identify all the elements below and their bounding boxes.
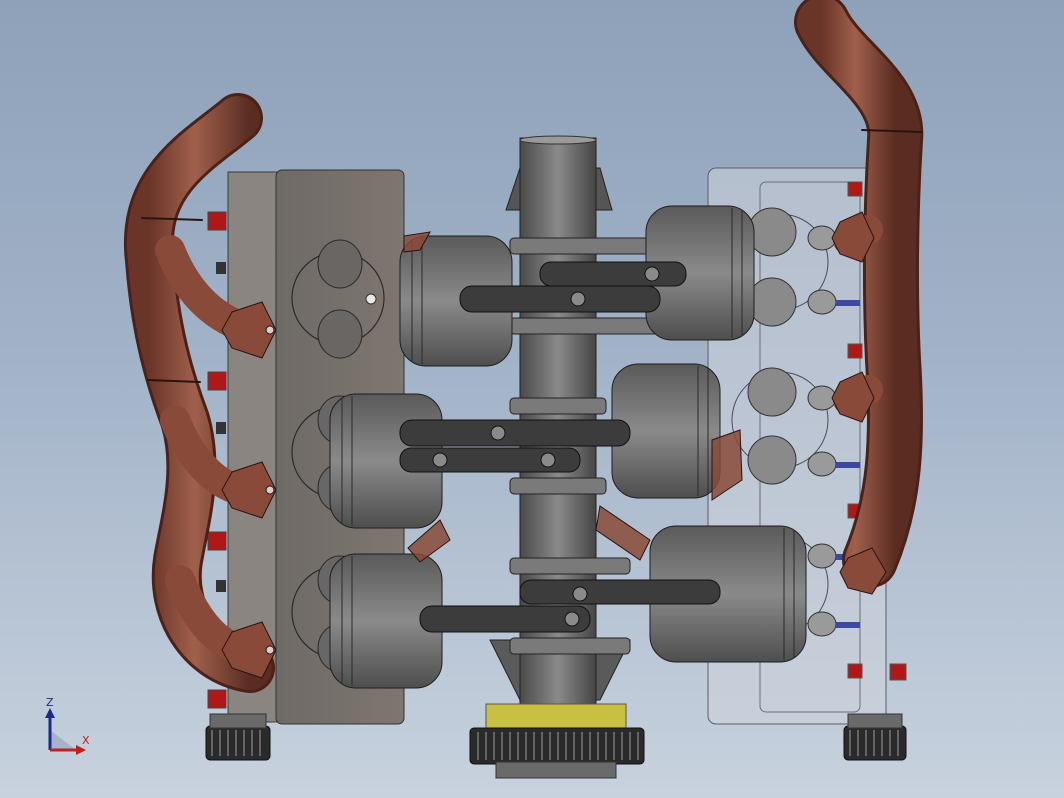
- cad-viewport[interactable]: Z X: [0, 0, 1064, 798]
- view-orientation-triad[interactable]: Z X: [36, 690, 106, 760]
- axis-x-label: X: [82, 734, 90, 747]
- axis-z-label: Z: [46, 696, 54, 709]
- engine-model-render[interactable]: [0, 0, 1064, 798]
